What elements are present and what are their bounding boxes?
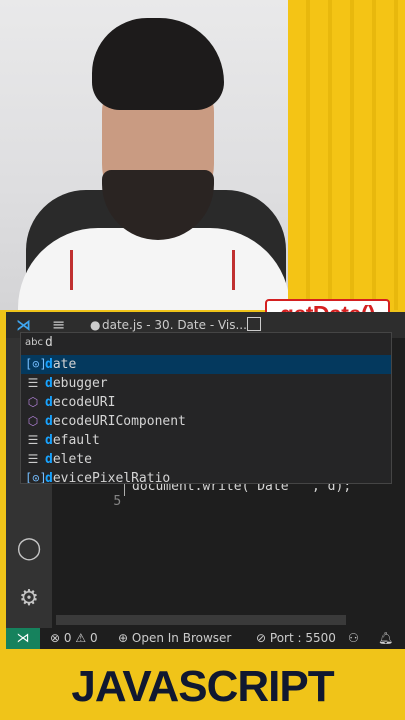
- collar-stripe: [70, 250, 73, 290]
- presenter-video: [0, 0, 288, 310]
- brand-title: JAVASCRIPT: [71, 662, 334, 711]
- variable-icon: [⊙]: [25, 357, 47, 371]
- yellow-stripes: [288, 0, 405, 310]
- suggest-item[interactable]: [⊙] date: [21, 355, 391, 374]
- brand-banner: JAVASCRIPT: [0, 650, 405, 720]
- variable-icon: [⊙]: [25, 471, 47, 483]
- suggest-item-label: delete: [45, 452, 92, 467]
- layout-icon[interactable]: [247, 317, 261, 331]
- feedback-icon[interactable]: ⚇: [348, 628, 359, 649]
- text-kind-icon: abc: [25, 337, 43, 348]
- gear-icon[interactable]: ⚙: [14, 584, 44, 614]
- horizontal-scrollbar[interactable]: [56, 615, 346, 625]
- suggest-item[interactable]: ⬡ decodeURI: [21, 393, 391, 412]
- keyword-icon: ☰: [27, 433, 39, 447]
- suggest-item-label: date: [45, 357, 77, 372]
- error-icon: ⊗: [50, 631, 61, 645]
- suggest-item-label: default: [45, 433, 100, 448]
- suggest-item[interactable]: ☰ debugger: [21, 374, 391, 393]
- code-line[interactable]: 5 document.write("Date " , d);: [82, 479, 351, 539]
- presenter-hair: [92, 18, 224, 110]
- method-icon: ⬡: [27, 414, 39, 428]
- window-title: date.js - 30. Date - Vis...: [102, 318, 247, 332]
- suggest-item[interactable]: ☰ default: [21, 431, 391, 450]
- globe-icon: ⊕: [118, 631, 129, 645]
- keyword-icon: ☰: [27, 376, 39, 390]
- status-bar: ⋊ ⊗ 0 ⚠ 0 ⊕ Open In Browser ⊘ Port : 550…: [6, 628, 405, 649]
- warning-count: 0: [89, 631, 98, 645]
- collar-stripe: [232, 250, 235, 290]
- suggest-item-label: decodeURIComponent: [45, 414, 186, 429]
- suggest-widget: abc d [⊙] date ☰ debugger ⬡ decodeURI ⬡ …: [20, 332, 392, 484]
- remote-icon[interactable]: ⋊: [6, 628, 40, 649]
- problems-indicator[interactable]: ⊗ 0 ⚠ 0: [50, 628, 98, 649]
- error-count: 0: [63, 631, 72, 645]
- suggest-item-label: decodeURI: [45, 395, 116, 410]
- suggest-item[interactable]: ☰ delete: [21, 450, 391, 469]
- line-number: 5: [113, 494, 122, 509]
- keyword-icon: ☰: [27, 452, 39, 466]
- suggest-item-label: debugger: [45, 376, 108, 391]
- open-browser-button[interactable]: ⊕ Open In Browser: [118, 628, 231, 649]
- shirt: [18, 228, 288, 310]
- port-icon: ⊘: [256, 631, 267, 645]
- account-icon[interactable]: ◯: [14, 534, 44, 564]
- suggest-header: abc d: [21, 333, 391, 356]
- port-indicator[interactable]: ⊘ Port : 5500: [256, 628, 336, 649]
- suggest-query[interactable]: d: [45, 335, 53, 350]
- method-icon: ⬡: [27, 395, 39, 409]
- warning-icon: ⚠: [75, 631, 87, 645]
- open-browser-label: Open In Browser: [131, 631, 232, 645]
- suggest-item-label: devicePixelRatio: [45, 471, 171, 483]
- bell-icon[interactable]: 🔔︎: [378, 628, 393, 649]
- suggest-item[interactable]: ⬡ decodeURIComponent: [21, 412, 391, 431]
- vscode-window: ⋊ ≡ ● date.js - 30. Date - Vis... ◯ ⚙ 5 …: [6, 312, 405, 649]
- suggest-item[interactable]: [⊙] devicePixelRatio: [21, 469, 391, 483]
- port-label: Port : 5500: [269, 631, 336, 645]
